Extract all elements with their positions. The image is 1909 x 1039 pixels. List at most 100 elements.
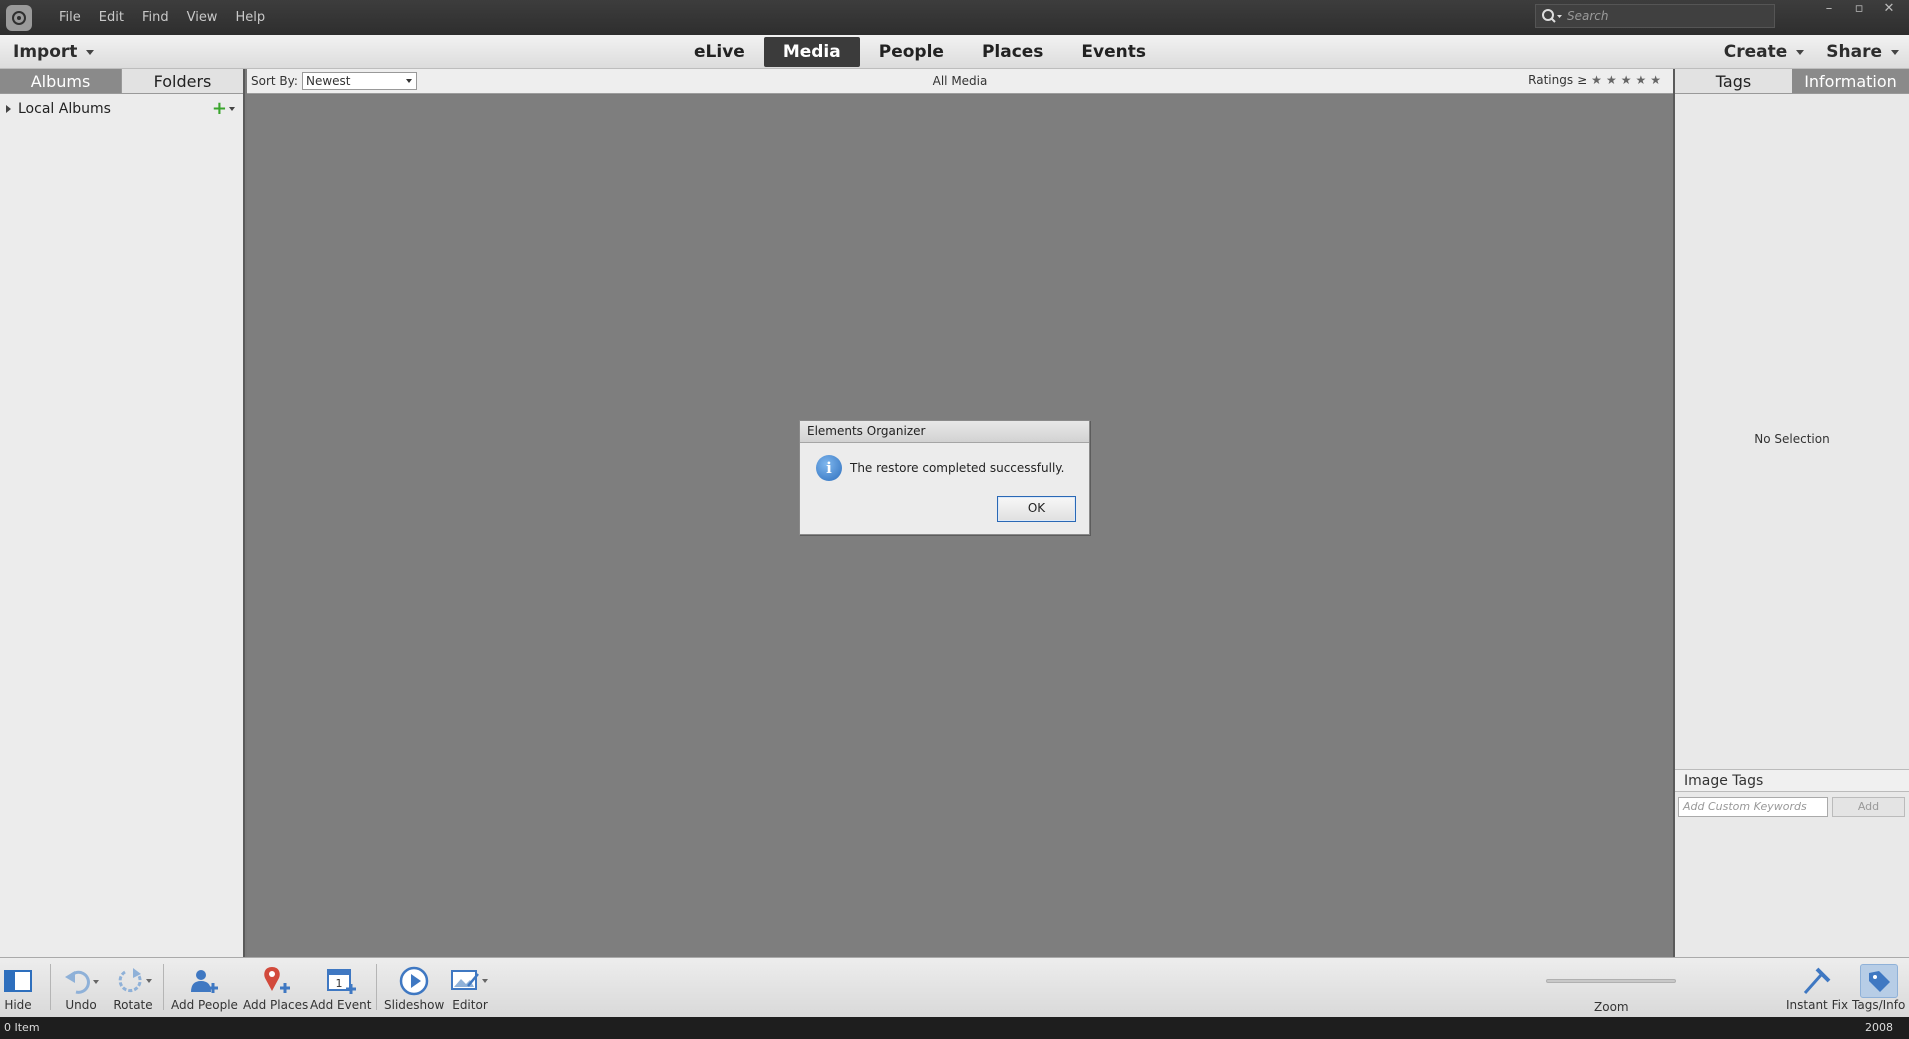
toolbar-divider [376, 964, 377, 1010]
tab-places[interactable]: Places [963, 37, 1062, 67]
search-icon[interactable] [1541, 8, 1563, 24]
map-pin-icon [260, 964, 292, 998]
sort-select[interactable]: Newest [302, 72, 417, 90]
info-icon: i [816, 455, 842, 481]
dialog-message: The restore completed successfully. [850, 461, 1065, 475]
slideshow-label: Slideshow [384, 998, 445, 1012]
calendar-icon: 1 [325, 964, 357, 998]
app-logo-icon[interactable] [6, 4, 32, 31]
tags-info-button[interactable]: Tags/Info [1852, 964, 1905, 1012]
add-event-button[interactable]: 1 Add Event [310, 964, 371, 1012]
status-bar: 0 Item 2008 [0, 1017, 1909, 1039]
tab-elive[interactable]: eLive [675, 37, 764, 67]
menu-find[interactable]: Find [133, 10, 178, 25]
tab-people[interactable]: People [860, 37, 963, 67]
view-tabs: eLive Media People Places Events [675, 37, 1165, 67]
share-label: Share [1826, 42, 1882, 62]
zoom-label: Zoom [1594, 1000, 1629, 1014]
ratings-label: Ratings [1528, 73, 1574, 87]
local-albums-label: Local Albums [18, 101, 111, 117]
rotate-label: Rotate [113, 998, 153, 1012]
chevron-down-icon [229, 107, 235, 111]
search-box[interactable] [1535, 4, 1775, 28]
undo-icon [62, 964, 100, 998]
add-places-button[interactable]: Add Places [243, 964, 308, 1012]
star-icon[interactable]: ★ [1606, 73, 1617, 87]
status-year: 2008 [1865, 1021, 1893, 1034]
rotate-button[interactable]: Rotate [113, 964, 153, 1012]
create-menu[interactable]: Create [1724, 42, 1805, 62]
add-people-icon [187, 964, 221, 998]
close-icon[interactable]: ✕ [1881, 2, 1897, 16]
keyword-row: Add Custom Keywords Add [1678, 797, 1905, 817]
plus-icon: + [211, 98, 227, 119]
editor-icon [450, 964, 490, 998]
import-label: Import [13, 42, 78, 62]
title-bar: File Edit Find View Help – ▫ ✕ [0, 0, 1909, 35]
left-panel: Albums Folders Local Albums + [0, 69, 245, 957]
custom-keywords-input[interactable]: Add Custom Keywords [1678, 797, 1828, 817]
toolbar-divider [50, 964, 51, 1010]
editor-button[interactable]: Editor [450, 964, 490, 1012]
undo-button[interactable]: Undo [62, 964, 100, 1012]
ratings-filter: Ratings ≥ ★ ★ ★ ★ ★ [1528, 73, 1661, 87]
window-controls: – ▫ ✕ [1821, 0, 1897, 18]
nav-bar: Import eLive Media People Places Events … [0, 35, 1909, 69]
zoom-slider[interactable] [1546, 979, 1676, 983]
instant-fix-button[interactable]: Instant Fix [1786, 964, 1848, 1012]
add-people-label: Add People [171, 998, 238, 1012]
menu-view[interactable]: View [178, 10, 227, 25]
tab-information[interactable]: Information [1792, 69, 1909, 94]
toolbar-divider [163, 964, 164, 1010]
rotate-icon [113, 964, 153, 998]
tab-albums[interactable]: Albums [0, 69, 121, 94]
menu-file[interactable]: File [50, 10, 90, 25]
add-keyword-button[interactable]: Add [1832, 797, 1905, 817]
star-icon[interactable]: ★ [1591, 73, 1602, 87]
chevron-down-icon [86, 49, 95, 55]
tab-media[interactable]: Media [763, 37, 860, 67]
maximize-icon[interactable]: ▫ [1851, 2, 1867, 16]
hide-button[interactable]: Hide [4, 964, 32, 1012]
add-event-label: Add Event [310, 998, 372, 1012]
ratings-operator[interactable]: ≥ [1577, 73, 1587, 87]
menu-bar: File Edit Find View Help [50, 10, 274, 25]
minimize-icon[interactable]: – [1821, 2, 1837, 16]
menu-edit[interactable]: Edit [90, 10, 133, 25]
search-input[interactable] [1567, 9, 1767, 23]
instant-fix-icon [1801, 964, 1833, 998]
local-albums-item[interactable]: Local Albums + [0, 94, 243, 124]
ok-button[interactable]: OK [997, 496, 1076, 522]
dialog-title: Elements Organizer [800, 421, 1089, 443]
slideshow-button[interactable]: Slideshow [384, 964, 444, 1012]
bottom-toolbar: Hide Undo Rotate Add People Add Places 1… [0, 957, 1909, 1017]
sort-by-label: Sort By: [251, 74, 298, 88]
chevron-down-icon [1796, 49, 1805, 55]
play-icon [398, 964, 430, 998]
add-people-button[interactable]: Add People [171, 964, 238, 1012]
restore-dialog: Elements Organizer i The restore complet… [799, 420, 1090, 535]
chevron-down-icon [1891, 49, 1899, 55]
star-icon[interactable]: ★ [1635, 73, 1646, 87]
content-header: Sort By: Newest All Media Ratings ≥ ★ ★ … [247, 69, 1673, 94]
no-selection-text: No Selection [1754, 432, 1830, 446]
right-panel: Tags Information No Selection Image Tags… [1673, 69, 1909, 957]
svg-text:1: 1 [335, 977, 342, 990]
tab-tags[interactable]: Tags [1675, 69, 1792, 94]
menu-help[interactable]: Help [226, 10, 274, 25]
tab-folders[interactable]: Folders [121, 69, 243, 94]
instant-fix-label: Instant Fix [1786, 998, 1849, 1012]
share-menu[interactable]: Share [1826, 42, 1899, 62]
star-icon[interactable]: ★ [1621, 73, 1632, 87]
chevron-down-icon [406, 79, 412, 83]
add-album-button[interactable]: + [211, 98, 235, 119]
left-panel-tabs: Albums Folders [0, 69, 243, 94]
import-menu[interactable]: Import [13, 42, 95, 62]
view-title: All Media [932, 74, 988, 88]
item-count: 0 Item [4, 1021, 40, 1034]
expand-arrow-icon[interactable] [6, 105, 11, 113]
nav-actions: Create Share [1724, 42, 1899, 62]
tab-events[interactable]: Events [1062, 37, 1165, 67]
star-icon[interactable]: ★ [1650, 73, 1661, 87]
hide-panel-icon [4, 964, 32, 998]
